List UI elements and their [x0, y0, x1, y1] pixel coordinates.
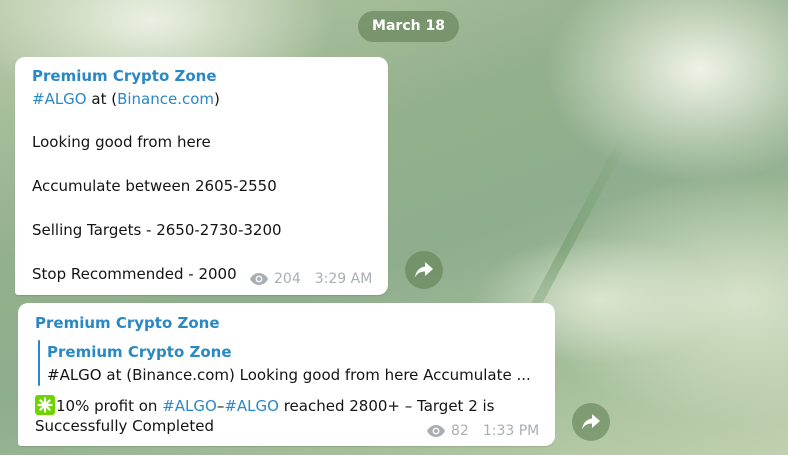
share-button[interactable]	[405, 251, 443, 289]
message-line: Successfully Completed	[35, 417, 214, 435]
hashtag-link[interactable]: #ALGO	[162, 397, 217, 415]
message-bubble[interactable]: Premium Crypto Zone #ALGO at (Binance.co…	[15, 57, 388, 295]
reply-preview[interactable]: #ALGO at (Binance.com) Looking good from…	[47, 366, 531, 384]
hashtag-link[interactable]: #ALGO	[32, 90, 87, 108]
message-sender[interactable]: Premium Crypto Zone	[35, 314, 220, 332]
share-arrow-icon	[582, 414, 600, 430]
eye-icon	[250, 273, 268, 285]
message-sender[interactable]: Premium Crypto Zone	[32, 67, 217, 85]
message-line: Selling Targets - 2650-2730-3200	[32, 221, 282, 239]
message-text: 10% profit on	[56, 397, 163, 415]
eye-icon	[427, 425, 445, 437]
share-button[interactable]	[572, 403, 610, 441]
message-bubble[interactable]: Premium Crypto Zone Premium Crypto Zone …	[18, 303, 555, 446]
domain-link[interactable]: Binance.com	[117, 90, 214, 108]
message-meta: 204 3:29 AM	[249, 271, 372, 287]
reply-quote-bar	[38, 340, 40, 386]
reply-sender[interactable]: Premium Crypto Zone	[47, 343, 232, 361]
hashtag-link[interactable]: #ALGO	[224, 397, 279, 415]
date-separator: March 18	[358, 11, 459, 42]
share-arrow-icon	[415, 262, 433, 278]
message-line: Looking good from here	[32, 133, 211, 151]
check-emoji	[35, 395, 55, 415]
message-line: Stop Recommended - 2000	[32, 265, 237, 283]
view-count: 82	[451, 423, 469, 439]
message-text: )	[214, 90, 220, 108]
message-line: Accumulate between 2605-2550	[32, 177, 277, 195]
message-line-hashtag: #ALGO at (Binance.com)	[32, 90, 220, 108]
message-time: 1:33 PM	[482, 423, 540, 439]
view-count: 204	[274, 271, 301, 287]
message-time: 3:29 AM	[314, 271, 373, 287]
message-line: 10% profit on #ALGO–#ALGO reached 2800+ …	[35, 395, 495, 415]
message-text: reached 2800+ – Target 2 is	[278, 397, 495, 415]
message-meta: 82 1:33 PM	[426, 423, 539, 439]
message-text: at (	[86, 90, 118, 108]
